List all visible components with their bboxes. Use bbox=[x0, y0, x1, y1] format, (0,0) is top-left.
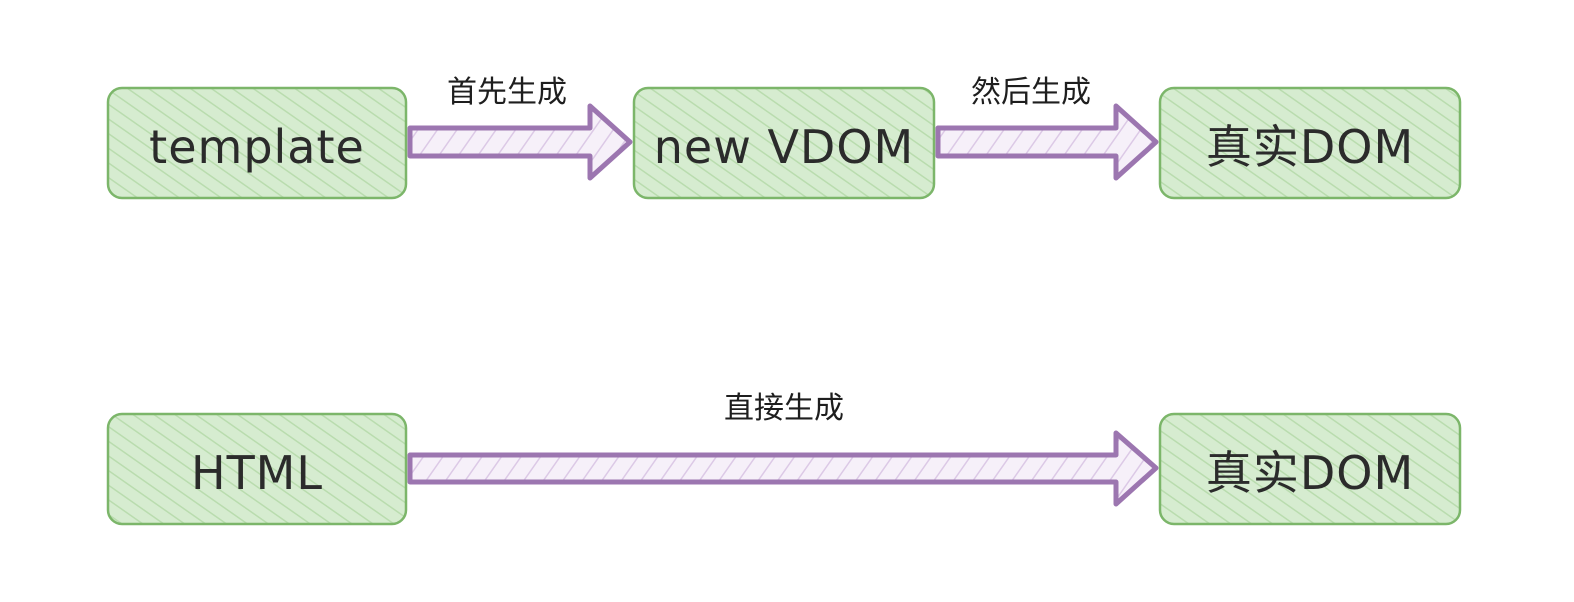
node-real-dom-2: 真实DOM bbox=[1158, 412, 1462, 526]
arrow-template-to-vdom bbox=[407, 103, 633, 181]
diagram-canvas: template 首先生成 new VDOM 然后生成 真实DOM HTML 直… bbox=[106, 75, 1462, 526]
node-html-label: HTML bbox=[191, 446, 323, 500]
flow-html-to-dom: HTML 直接生成 真实DOM bbox=[106, 391, 1462, 526]
node-template: template bbox=[106, 86, 408, 200]
flow-template-to-dom: template 首先生成 new VDOM 然后生成 真实DOM bbox=[106, 75, 1462, 200]
arrow-html-to-dom bbox=[407, 430, 1159, 507]
edge-label-then-generate: 然后生成 bbox=[971, 75, 1091, 110]
node-real-dom-2-label: 真实DOM bbox=[1206, 446, 1414, 500]
node-new-vdom-label: new VDOM bbox=[654, 120, 914, 174]
node-real-dom-1-label: 真实DOM bbox=[1206, 120, 1414, 174]
edge-label-direct-generate: 直接生成 bbox=[724, 391, 844, 426]
edge-label-first-generate: 首先生成 bbox=[447, 75, 567, 110]
arrow-vdom-to-dom bbox=[935, 103, 1159, 181]
node-real-dom-1: 真实DOM bbox=[1158, 86, 1462, 200]
node-html: HTML bbox=[106, 412, 408, 526]
node-new-vdom: new VDOM bbox=[632, 86, 936, 200]
node-template-label: template bbox=[149, 120, 365, 174]
